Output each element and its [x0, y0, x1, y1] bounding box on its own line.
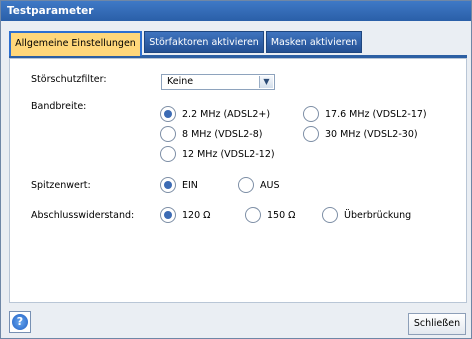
bandwidth-label: Bandbreite:	[31, 101, 87, 112]
radio-selected-icon	[160, 207, 176, 223]
bandwidth-option-label: 8 MHz (VDSL2-8)	[182, 128, 263, 140]
termination-option-150[interactable]: 150 Ω	[245, 206, 295, 224]
termination-label: Abschlusswiderstand:	[31, 210, 135, 221]
termination-option-label: Überbrückung	[344, 209, 412, 221]
peak-option-label: EIN	[182, 179, 198, 191]
radio-unselected-icon	[303, 126, 319, 142]
noise-filter-label: Störschutzfilter:	[31, 74, 107, 85]
termination-option-120[interactable]: 120 Ω	[160, 206, 210, 224]
peak-option-label: AUS	[260, 179, 280, 191]
window-title: Testparameter	[1, 1, 471, 21]
tab-general-settings[interactable]: Allgemeine Einstellungen	[9, 31, 142, 56]
noise-filter-select[interactable]: Keine ▼	[161, 74, 275, 90]
radio-unselected-icon	[160, 126, 176, 142]
radio-unselected-icon	[322, 207, 338, 223]
bandwidth-option-17-6mhz[interactable]: 17.6 MHz (VDSL2-17)	[303, 105, 427, 123]
bandwidth-option-label: 30 MHz (VDSL2-30)	[325, 128, 418, 140]
tab-enable-interferers[interactable]: Störfaktoren aktivieren	[144, 31, 264, 53]
tab-bar: Allgemeine Einstellungen Störfaktoren ak…	[9, 31, 467, 58]
peak-option-off[interactable]: AUS	[238, 176, 279, 194]
settings-panel: Störschutzfilter: Keine ▼ Bandbreite: 2.…	[9, 58, 467, 303]
bandwidth-option-8mhz[interactable]: 8 MHz (VDSL2-8)	[160, 125, 262, 143]
radio-unselected-icon	[238, 177, 254, 193]
peak-option-on[interactable]: EIN	[160, 176, 198, 194]
peak-label: Spitzenwert:	[31, 180, 91, 191]
bandwidth-option-12mhz[interactable]: 12 MHz (VDSL2-12)	[160, 145, 275, 163]
bandwidth-option-30mhz[interactable]: 30 MHz (VDSL2-30)	[303, 125, 418, 143]
radio-unselected-icon	[245, 207, 261, 223]
noise-filter-value: Keine	[167, 76, 194, 87]
help-button[interactable]: ?	[9, 311, 31, 333]
close-button[interactable]: Schließen	[408, 313, 466, 335]
tab-enable-masks[interactable]: Masken aktivieren	[266, 31, 362, 53]
chevron-down-icon[interactable]: ▼	[259, 76, 273, 88]
help-icon: ?	[12, 314, 28, 330]
radio-unselected-icon	[160, 146, 176, 162]
bandwidth-option-label: 2.2 MHz (ADSL2+)	[182, 108, 271, 120]
bandwidth-option-label: 12 MHz (VDSL2-12)	[182, 148, 275, 160]
footer-bar	[1, 307, 471, 338]
termination-option-label: 150 Ω	[267, 209, 296, 221]
termination-option-label: 120 Ω	[182, 209, 211, 221]
test-parameters-window: Testparameter Allgemeine Einstellungen S…	[0, 0, 472, 339]
radio-unselected-icon	[303, 106, 319, 122]
radio-selected-icon	[160, 177, 176, 193]
radio-selected-icon	[160, 106, 176, 122]
bandwidth-option-label: 17.6 MHz (VDSL2-17)	[325, 108, 427, 120]
termination-option-bypass[interactable]: Überbrückung	[322, 206, 411, 224]
bandwidth-option-2-2mhz[interactable]: 2.2 MHz (ADSL2+)	[160, 105, 270, 123]
